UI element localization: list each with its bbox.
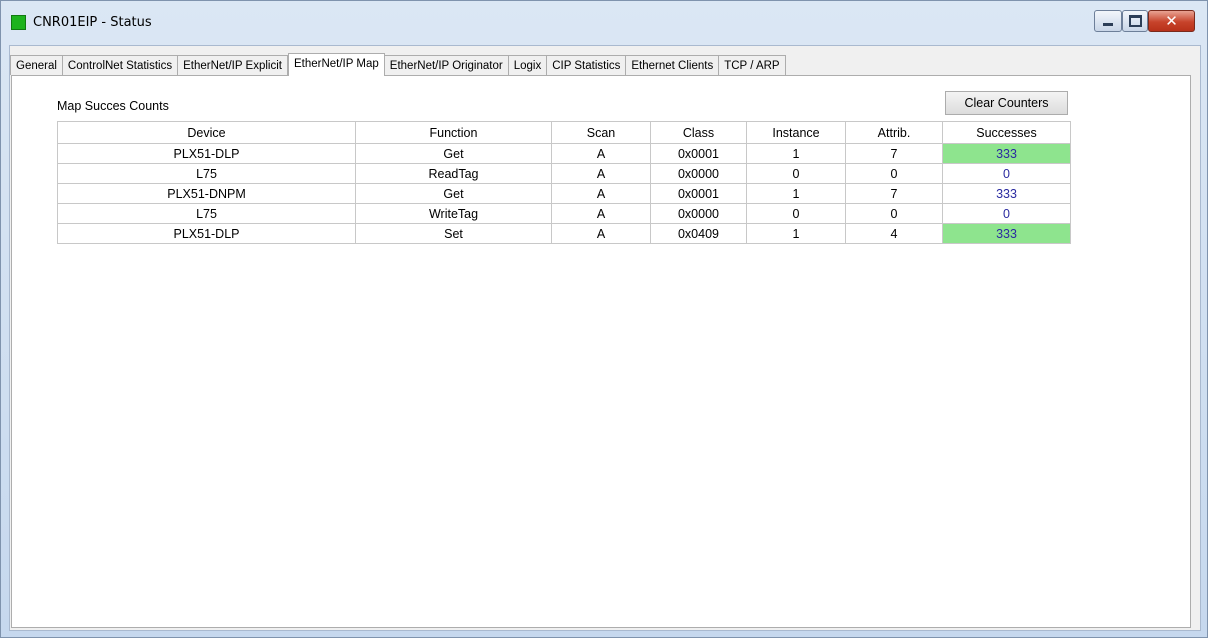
- table-row[interactable]: PLX51-DLP Set A 0x0409 1 4 333: [57, 223, 1071, 244]
- tab-tcp-arp[interactable]: TCP / ARP: [719, 55, 786, 75]
- column-header-class[interactable]: Class: [650, 121, 747, 144]
- minimize-button[interactable]: [1094, 10, 1122, 32]
- close-icon: ✕: [1165, 13, 1178, 30]
- cell-function: WriteTag: [355, 203, 552, 224]
- status-icon: [11, 15, 26, 30]
- table-row[interactable]: L75 WriteTag A 0x0000 0 0 0: [57, 203, 1071, 224]
- maximize-icon: [1128, 15, 1142, 27]
- cell-function: Get: [355, 183, 552, 204]
- cell-class: 0x0001: [650, 183, 747, 204]
- cell-scan: A: [551, 163, 651, 184]
- cell-successes: 0: [942, 163, 1071, 184]
- tab-general[interactable]: General: [10, 55, 63, 75]
- cell-function: Get: [355, 143, 552, 164]
- cell-device: PLX51-DLP: [57, 143, 356, 164]
- cell-device: L75: [57, 163, 356, 184]
- cell-attrib: 0: [845, 163, 943, 184]
- cell-scan: A: [551, 183, 651, 204]
- cell-device: L75: [57, 203, 356, 224]
- cell-device: PLX51-DLP: [57, 223, 356, 244]
- title-bar[interactable]: CNR01EIP - Status ✕: [1, 1, 1207, 45]
- cell-instance: 0: [746, 163, 846, 184]
- cell-scan: A: [551, 203, 651, 224]
- cell-instance: 1: [746, 183, 846, 204]
- cell-instance: 0: [746, 203, 846, 224]
- status-window: CNR01EIP - Status ✕ General ControlNet S…: [0, 0, 1208, 638]
- cell-function: ReadTag: [355, 163, 552, 184]
- tab-logix[interactable]: Logix: [508, 55, 548, 75]
- tab-ethernetip-map[interactable]: EtherNet/IP Map: [287, 53, 385, 76]
- tab-panel: Map Succes Counts Clear Counters Device …: [11, 75, 1191, 628]
- tab-controlnet-statistics[interactable]: ControlNet Statistics: [62, 55, 179, 75]
- cell-scan: A: [551, 223, 651, 244]
- cell-instance: 1: [746, 143, 846, 164]
- column-header-device[interactable]: Device: [57, 121, 356, 144]
- cell-attrib: 4: [845, 223, 943, 244]
- tab-ethernetip-originator[interactable]: EtherNet/IP Originator: [384, 55, 509, 75]
- section-label: Map Succes Counts: [57, 99, 169, 113]
- client-area: General ControlNet Statistics EtherNet/I…: [9, 45, 1201, 631]
- cell-device: PLX51-DNPM: [57, 183, 356, 204]
- column-header-instance[interactable]: Instance: [746, 121, 846, 144]
- cell-attrib: 0: [845, 203, 943, 224]
- column-header-successes[interactable]: Successes: [942, 121, 1071, 144]
- tab-ethernetip-explicit[interactable]: EtherNet/IP Explicit: [178, 55, 288, 75]
- cell-successes: 333: [942, 183, 1071, 204]
- cell-attrib: 7: [845, 183, 943, 204]
- tab-strip: General ControlNet Statistics EtherNet/I…: [10, 53, 786, 76]
- tab-ethernet-clients[interactable]: Ethernet Clients: [626, 55, 720, 75]
- cell-successes: 0: [942, 203, 1071, 224]
- maximize-button[interactable]: [1122, 10, 1148, 32]
- cell-successes: 333: [942, 223, 1071, 244]
- tab-cip-statistics[interactable]: CIP Statistics: [547, 55, 627, 75]
- cell-class: 0x0000: [650, 163, 747, 184]
- table-row[interactable]: PLX51-DNPM Get A 0x0001 1 7 333: [57, 183, 1071, 204]
- map-table: Device Function Scan Class Instance Attr…: [57, 121, 1071, 244]
- cell-class: 0x0000: [650, 203, 747, 224]
- clear-counters-button[interactable]: Clear Counters: [945, 91, 1068, 115]
- table-row[interactable]: PLX51-DLP Get A 0x0001 1 7 333: [57, 143, 1071, 164]
- cell-successes: 333: [942, 143, 1071, 164]
- cell-function: Set: [355, 223, 552, 244]
- table-row[interactable]: L75 ReadTag A 0x0000 0 0 0: [57, 163, 1071, 184]
- column-header-function[interactable]: Function: [355, 121, 552, 144]
- close-button[interactable]: ✕: [1148, 10, 1195, 32]
- cell-attrib: 7: [845, 143, 943, 164]
- column-header-scan[interactable]: Scan: [551, 121, 651, 144]
- table-header-row: Device Function Scan Class Instance Attr…: [57, 121, 1071, 144]
- column-header-attrib[interactable]: Attrib.: [845, 121, 943, 144]
- minimize-icon: [1103, 22, 1113, 26]
- cell-instance: 1: [746, 223, 846, 244]
- cell-class: 0x0409: [650, 223, 747, 244]
- cell-class: 0x0001: [650, 143, 747, 164]
- window-title: CNR01EIP - Status: [33, 15, 152, 30]
- cell-scan: A: [551, 143, 651, 164]
